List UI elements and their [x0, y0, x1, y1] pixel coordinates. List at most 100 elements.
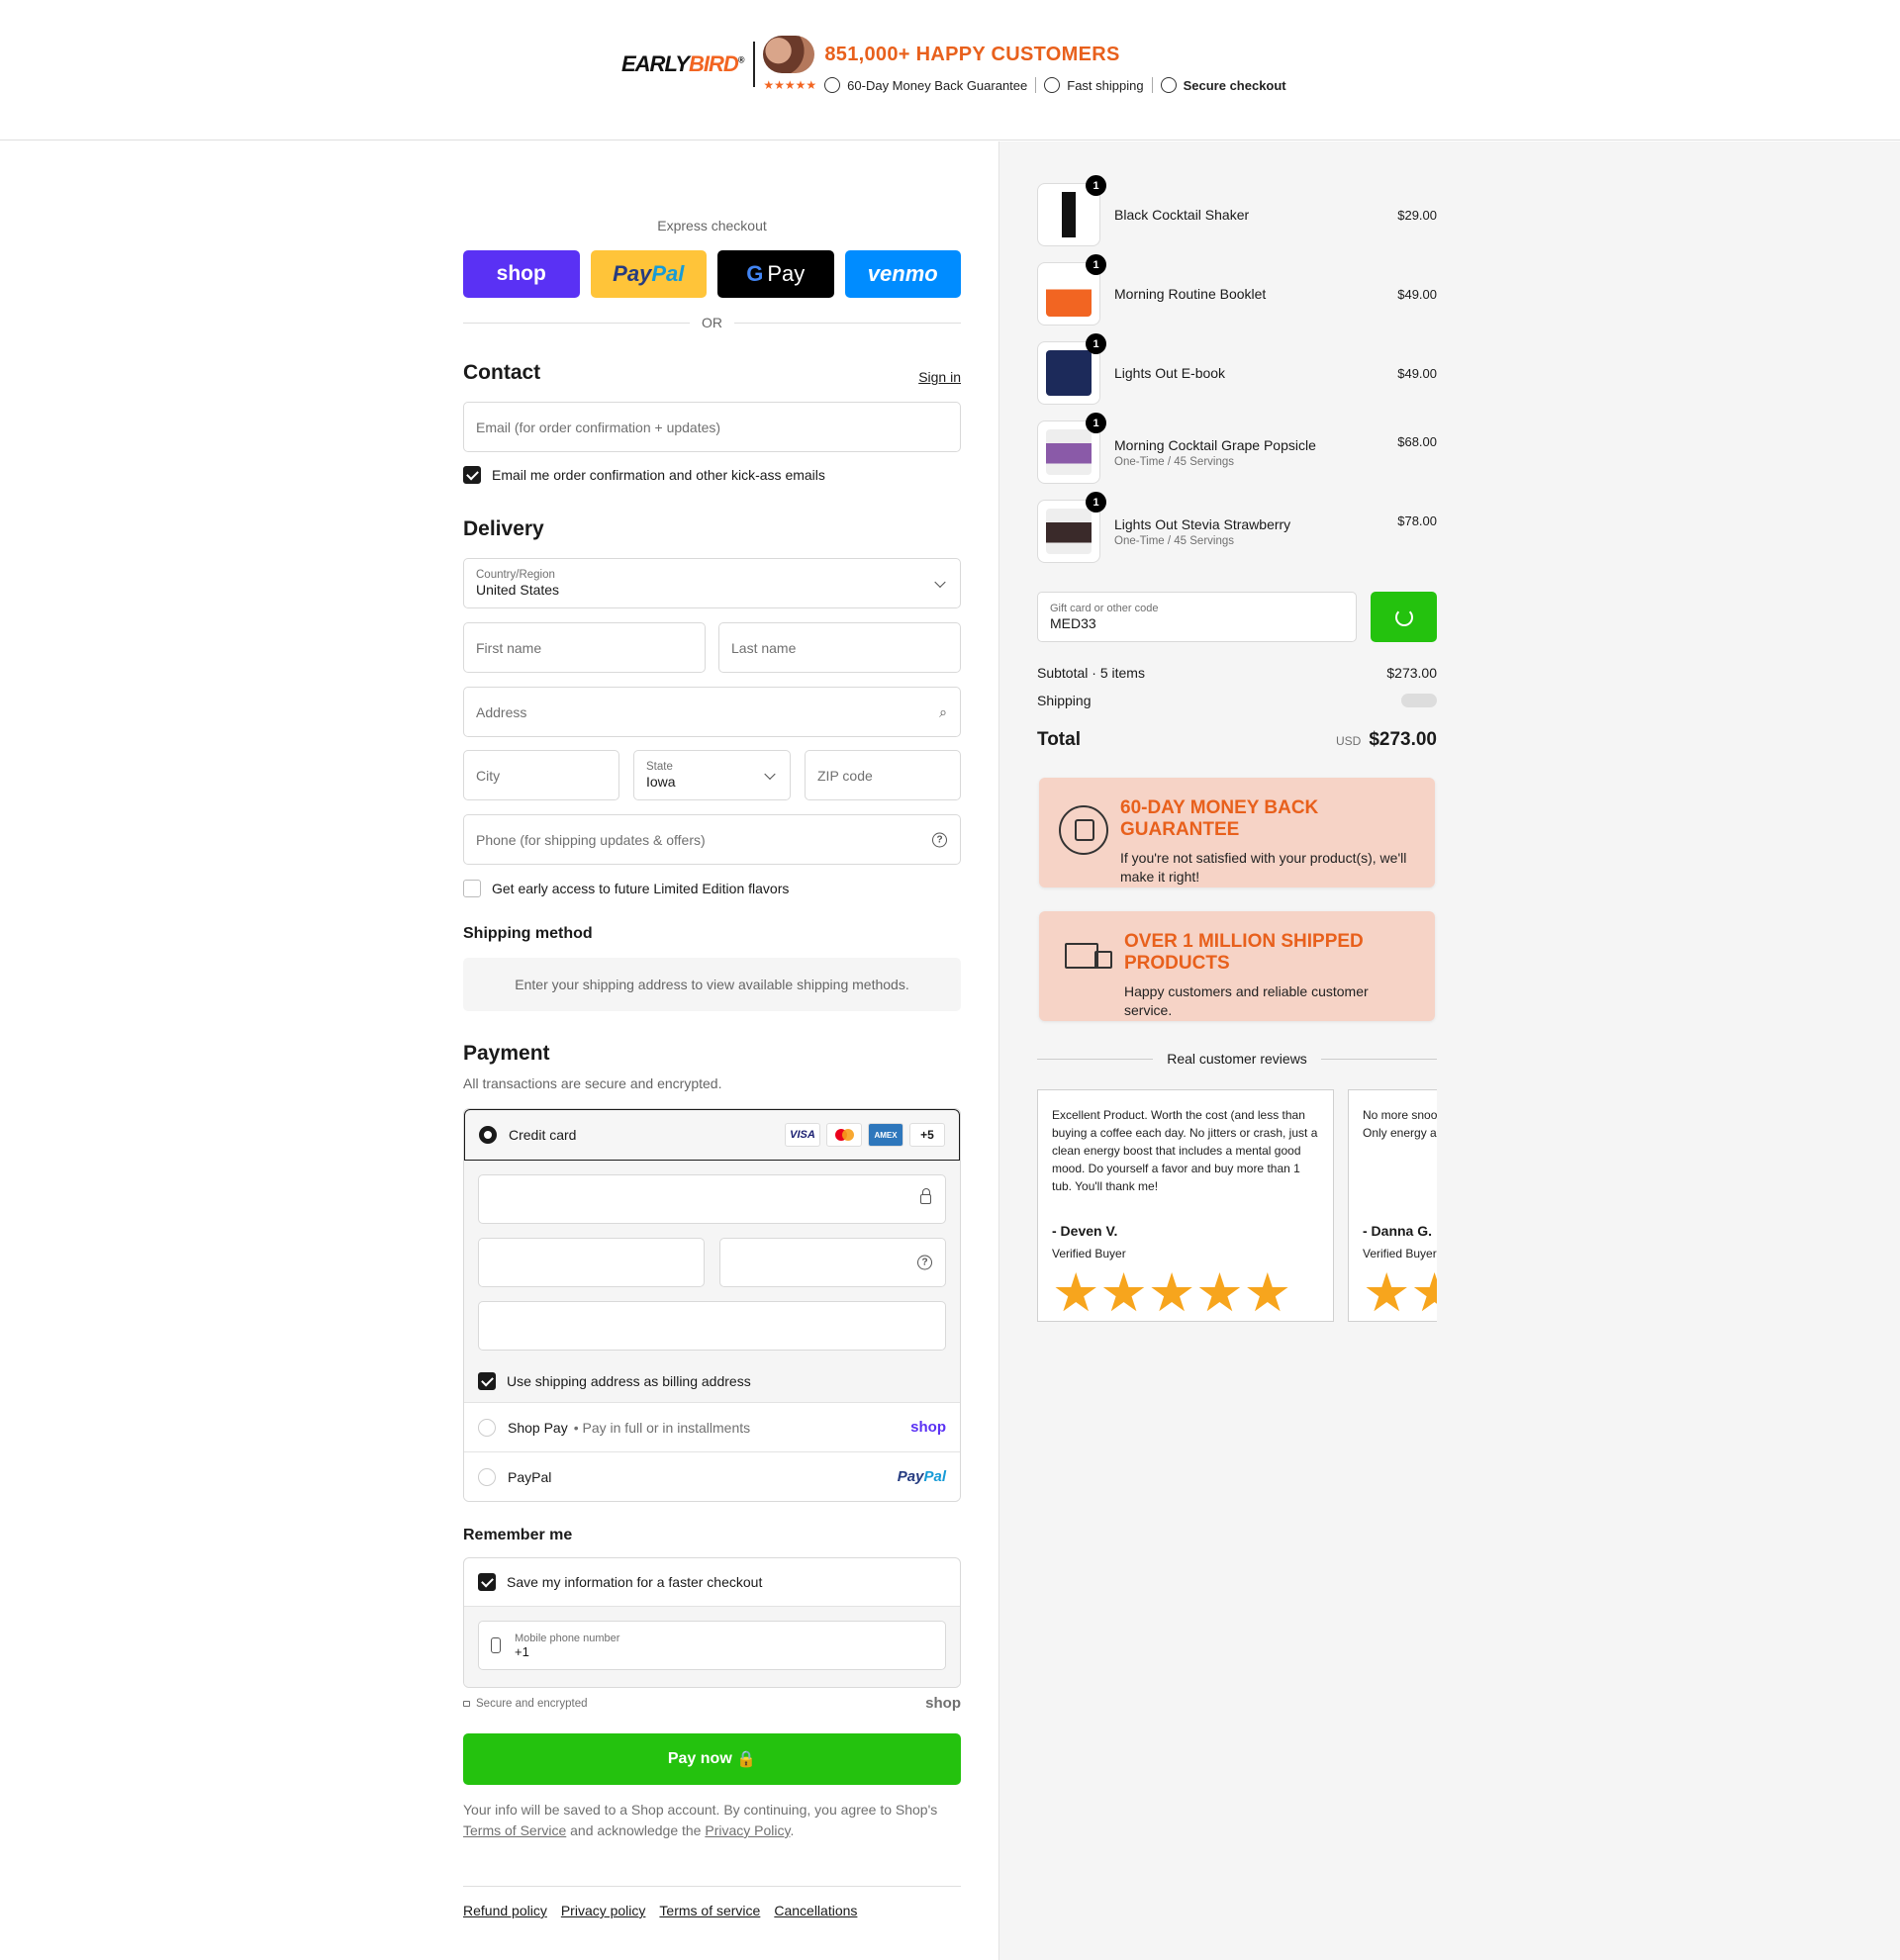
discount-code-field[interactable]: Gift card or other code MED33: [1037, 592, 1357, 642]
review-author: - Deven V.: [1052, 1223, 1118, 1239]
privacy-policy-link[interactable]: Privacy policy: [561, 1903, 646, 1918]
item-name: Lights Out E-book: [1114, 365, 1226, 381]
item-name: Lights Out Stevia Strawberry: [1114, 515, 1291, 532]
terms-of-service-link[interactable]: Terms of service: [659, 1903, 760, 1918]
card-expiry-field[interactable]: [478, 1238, 705, 1287]
early-access-checkbox-row[interactable]: Get early access to future Limited Editi…: [463, 880, 789, 897]
express-checkout-label: Express checkout: [657, 218, 767, 233]
earlybird-logo[interactable]: EARLYBIRD®: [621, 51, 744, 77]
credit-card-radio[interactable]: [479, 1126, 497, 1144]
search-icon: ⌕: [939, 703, 947, 719]
refund-policy-link[interactable]: Refund policy: [463, 1903, 547, 1918]
shipping-method-notice: Enter your shipping address to view avai…: [463, 958, 961, 1011]
shop-pay-button[interactable]: shop: [463, 250, 580, 298]
email-field[interactable]: Email (for order confirmation + updates): [463, 402, 961, 452]
paypal-button[interactable]: Pay Pal: [590, 250, 707, 298]
guarantee-banner: 60-DAY MONEY BACK GUARANTEE If you're not…: [1039, 778, 1435, 887]
contact-heading: Contact: [463, 361, 541, 384]
product-image: [1046, 271, 1092, 317]
chevron-down-icon: [934, 576, 946, 588]
shop-pay-label: Shop Pay: [508, 1419, 568, 1436]
privacy-link[interactable]: Privacy Policy: [705, 1822, 790, 1838]
billing-same-checkbox-row[interactable]: Use shipping address as billing address: [478, 1372, 751, 1390]
logo-early-text: EARLY: [621, 51, 690, 76]
stopwatch-icon: [1044, 77, 1061, 93]
pay-now-button[interactable]: Pay now 🔒: [463, 1733, 961, 1785]
mastercard-icon: [826, 1123, 862, 1147]
apply-code-button[interactable]: [1371, 592, 1437, 642]
shield-lock-icon: [1160, 77, 1177, 93]
card-cvv-field[interactable]: ?: [719, 1238, 946, 1287]
shipping-row: Shipping: [1037, 693, 1437, 708]
country-select[interactable]: Country/Region United States: [463, 558, 961, 608]
verified-buyer-label: Verified Buyer: [1052, 1247, 1126, 1260]
item-price: $78.00: [1397, 513, 1437, 528]
google-pay-button[interactable]: G Pay: [717, 250, 834, 298]
total-value: $273.00: [1369, 729, 1437, 750]
terms-link[interactable]: Terms of Service: [463, 1822, 566, 1838]
footer-divider: [463, 1886, 961, 1887]
billing-same-checkbox[interactable]: [478, 1372, 496, 1390]
reviews-carousel[interactable]: Excellent Product. Worth the cost (and l…: [1037, 1089, 1437, 1327]
save-info-checkbox[interactable]: [478, 1573, 496, 1591]
address-field[interactable]: Address ⌕: [463, 687, 961, 737]
product-thumbnail: 1: [1037, 175, 1106, 246]
item-name: Morning Routine Booklet: [1114, 286, 1267, 302]
first-name-field[interactable]: First name: [463, 622, 706, 673]
cancellations-link[interactable]: Cancellations: [774, 1903, 857, 1918]
site-header: EARLYBIRD® 851,000+ HAPPY CUSTOMERS ★★★★…: [0, 0, 1900, 140]
newsletter-checkbox-row[interactable]: Email me order confirmation and other ki…: [463, 466, 825, 484]
shop-pay-option[interactable]: Shop Pay • Pay in full or in installment…: [464, 1402, 960, 1451]
zip-field[interactable]: ZIP code: [805, 750, 961, 800]
subtotal-row: Subtotal · 5 items $273.00: [1037, 665, 1437, 681]
more-cards-badge: +5: [909, 1123, 945, 1147]
early-access-checkbox[interactable]: [463, 880, 481, 897]
save-info-row[interactable]: Save my information for a faster checkou…: [464, 1558, 960, 1607]
item-name: Black Cocktail Shaker: [1114, 207, 1250, 223]
shipping-method-heading: Shipping method: [463, 925, 593, 942]
review-card: No more snoozing, outta bed, no more bra…: [1348, 1089, 1437, 1322]
shop-pay-radio[interactable]: [478, 1418, 496, 1437]
help-icon[interactable]: ?: [932, 832, 947, 847]
help-icon[interactable]: ?: [917, 1255, 932, 1270]
item-variant: One-Time / 45 Servings: [1114, 455, 1235, 468]
venmo-button[interactable]: venmo: [844, 250, 961, 298]
quantity-badge: 1: [1086, 492, 1106, 513]
item-price: $49.00: [1397, 286, 1437, 302]
phone-field[interactable]: Phone (for shipping updates & offers) ?: [463, 814, 961, 865]
verified-buyer-label: Verified Buyer: [1363, 1247, 1437, 1260]
quantity-badge: 1: [1086, 175, 1106, 196]
paypal-radio[interactable]: [478, 1467, 496, 1486]
state-select[interactable]: State Iowa: [633, 750, 791, 800]
item-variant: One-Time / 45 Servings: [1114, 534, 1235, 547]
header-banner: EARLYBIRD® 851,000+ HAPPY CUSTOMERS ★★★★…: [621, 36, 1286, 93]
card-number-field[interactable]: [478, 1174, 946, 1224]
trust-secure: Secure checkout: [1183, 77, 1286, 93]
loading-spinner-icon: [1394, 607, 1413, 626]
paypal-option[interactable]: PayPal PayPal: [464, 1451, 960, 1501]
payment-heading: Payment: [463, 1042, 550, 1065]
last-name-field[interactable]: Last name: [718, 622, 961, 673]
subtotal-label: Subtotal · 5 items: [1037, 665, 1145, 681]
payment-methods: Credit card VISA AMEX +5 ? Use shipping …: [463, 1108, 961, 1502]
paypal-label: PayPal: [508, 1468, 552, 1485]
newsletter-checkbox[interactable]: [463, 466, 481, 484]
credit-card-option[interactable]: Credit card VISA AMEX +5: [464, 1109, 960, 1161]
product-image: [1046, 192, 1092, 237]
express-checkout-buttons: shop Pay Pal G Pay venmo: [463, 250, 961, 298]
sign-in-link[interactable]: Sign in: [918, 369, 961, 385]
badge-icon: [824, 77, 841, 93]
or-divider: OR: [463, 315, 961, 330]
city-field[interactable]: City: [463, 750, 619, 800]
card-details-form: ? Use shipping address as billing addres…: [464, 1161, 960, 1402]
total-label: Total: [1037, 729, 1081, 750]
payment-subtitle: All transactions are secure and encrypte…: [463, 1075, 722, 1091]
early-access-label: Get early access to future Limited Editi…: [492, 881, 790, 896]
review-stars-icon: ★★★★★: [1052, 1263, 1292, 1323]
card-name-field[interactable]: [478, 1301, 946, 1351]
lock-icon: [920, 1188, 931, 1204]
review-author: - Danna G.: [1363, 1223, 1433, 1239]
paypal-logo: PayPal: [897, 1468, 946, 1485]
mobile-phone-field[interactable]: Mobile phone number +1: [478, 1621, 946, 1670]
guarantee-title: 60-DAY MONEY BACK GUARANTEE: [1120, 797, 1319, 840]
